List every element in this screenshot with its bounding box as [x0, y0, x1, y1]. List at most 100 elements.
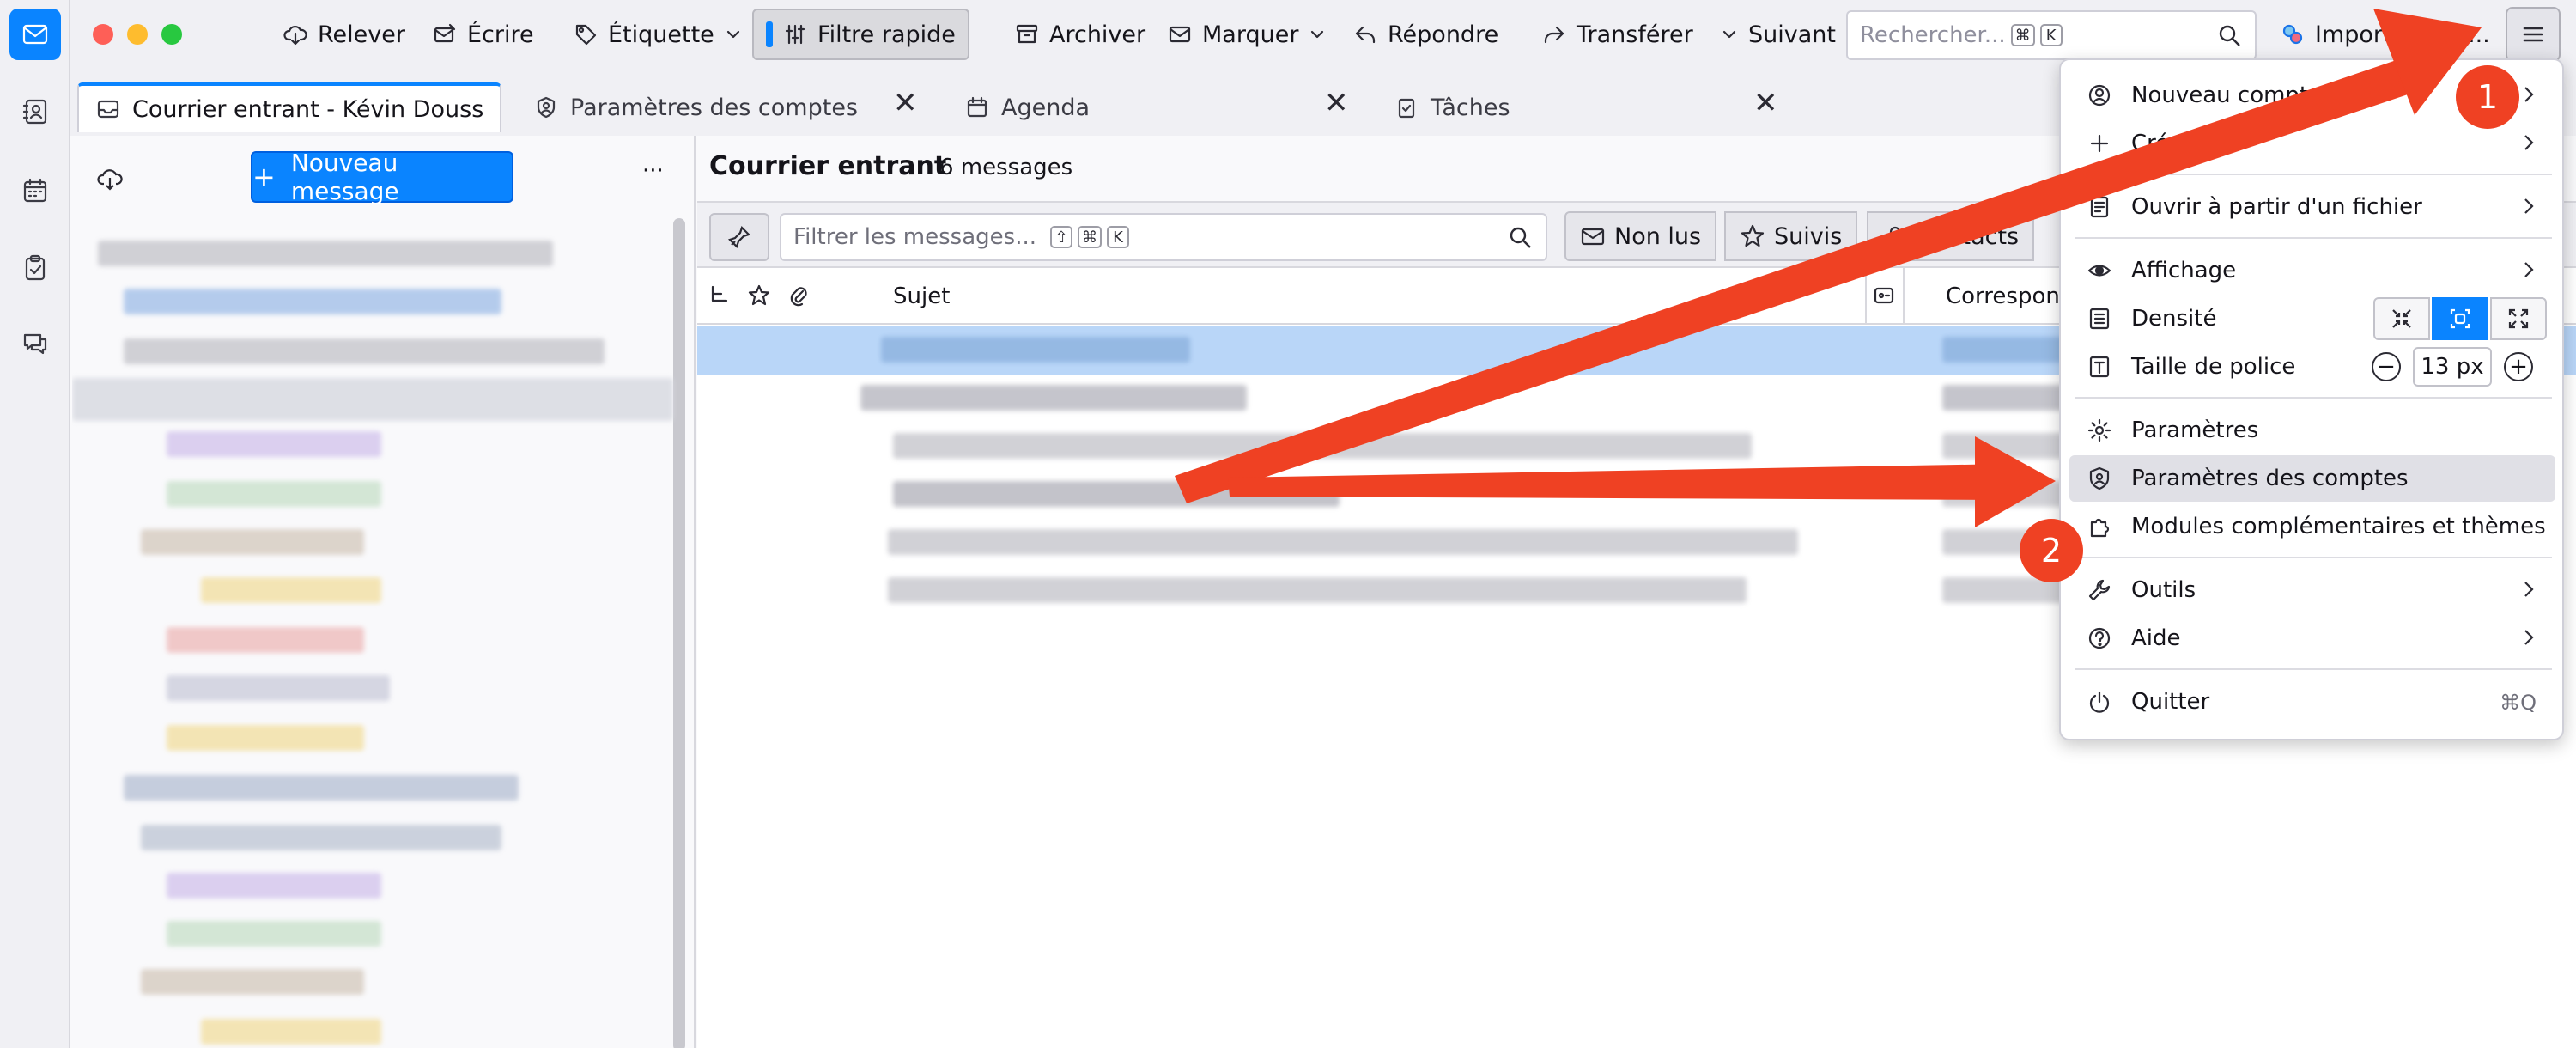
folder-row[interactable]	[124, 338, 605, 364]
chat-space-button[interactable]	[9, 318, 61, 369]
folder-row[interactable]	[167, 431, 381, 457]
menu-item-quit[interactable]: Quitter ⌘Q	[2069, 679, 2555, 725]
filter-starred-button[interactable]: Suivis	[1724, 211, 1858, 261]
importexport-addon-button[interactable]: ImportExport...	[2269, 9, 2502, 60]
reply-button[interactable]: Répondre	[1341, 9, 1510, 60]
next-button[interactable]: Suivant	[1709, 9, 1848, 60]
tag-button[interactable]: Étiquette	[562, 9, 754, 60]
close-tab-icon[interactable]: ✕	[1324, 86, 1349, 120]
folder-pane-more-button[interactable]: ···	[642, 158, 664, 184]
menu-item-tools[interactable]: Outils	[2069, 567, 2555, 613]
tab-calendar[interactable]: Agenda	[948, 82, 1107, 132]
folder-pane-scrollbar[interactable]	[673, 218, 685, 1048]
mark-icon	[1169, 26, 1191, 43]
folder-row[interactable]	[167, 725, 364, 751]
message-subject	[893, 481, 1340, 507]
filter-shortcut-shift: ⇧	[1050, 226, 1072, 248]
star-icon	[1741, 224, 1765, 247]
menu-item-addons[interactable]: Modules complémentaires et thèmes	[2069, 503, 2555, 550]
chevron-right-icon	[2524, 582, 2534, 597]
folder-row[interactable]	[167, 627, 364, 653]
filter-messages-input[interactable]: Filtrer les messages... ⇧ ⌘ K	[780, 213, 1547, 261]
menu-item-label: Paramètres	[2131, 417, 2259, 443]
menu-item-help[interactable]: Aide	[2069, 615, 2555, 661]
thread-column-button[interactable]	[708, 283, 732, 314]
folder-row-selected[interactable]	[72, 378, 673, 421]
density-touch-button[interactable]	[2490, 297, 2547, 340]
tab-inbox[interactable]: Courrier entrant - Kévin Doussaint	[77, 82, 501, 132]
quit-shortcut: ⌘Q	[2500, 691, 2537, 715]
minimize-window-button[interactable]	[127, 24, 148, 45]
spam-column-button[interactable]	[1872, 283, 1896, 314]
folder-row[interactable]	[98, 241, 553, 266]
folder-row[interactable]	[124, 289, 501, 314]
density-compact-button[interactable]	[2373, 297, 2430, 340]
folder-row[interactable]	[167, 481, 381, 507]
sticky-filter-button[interactable]	[709, 213, 769, 261]
subject-column-header[interactable]: Sujet	[893, 283, 950, 309]
font-size-icon	[2089, 356, 2110, 378]
chevron-down-icon	[726, 30, 739, 39]
forward-button[interactable]: Transférer	[1530, 9, 1705, 60]
density-icon	[2089, 308, 2110, 330]
quick-filter-button[interactable]: Filtre rapide	[752, 9, 969, 60]
zoom-window-button[interactable]	[161, 24, 182, 45]
calendar-space-button[interactable]	[9, 165, 61, 216]
compose-icon	[434, 23, 456, 43]
menu-item-label: Densité	[2131, 306, 2217, 332]
filter-contacts-button[interactable]: Contacts	[1867, 211, 2035, 261]
font-size-value[interactable]: 13 px	[2413, 347, 2492, 387]
folder-row[interactable]	[201, 1019, 381, 1045]
attachment-column-button[interactable]	[787, 283, 811, 314]
close-window-button[interactable]	[93, 24, 113, 45]
get-messages-icon[interactable]	[96, 165, 124, 192]
quick-filter-label: Filtre rapide	[817, 21, 956, 48]
folder-pane: + Nouveau message ···	[72, 136, 696, 1048]
search-input[interactable]: Rechercher... ⌘ K	[1846, 10, 2257, 60]
font-size-increase-button[interactable]: +	[2504, 352, 2533, 381]
tab-account-settings[interactable]: Paramètres des comptes	[517, 82, 875, 132]
folder-row[interactable]	[141, 529, 364, 555]
thunderbird-window: Relever Écrire Étiquette Filtre rapide A…	[0, 0, 2576, 1048]
menu-item-settings[interactable]: Paramètres	[2069, 407, 2555, 454]
plus-icon: +	[252, 161, 276, 193]
address-book-icon	[22, 99, 47, 125]
folder-row[interactable]	[124, 775, 519, 801]
tasks-space-button[interactable]	[9, 242, 61, 294]
tab-tasks[interactable]: Tâches	[1377, 82, 1528, 132]
get-messages-button[interactable]: Relever	[271, 9, 417, 60]
folder-row[interactable]	[167, 675, 390, 701]
folder-row[interactable]	[141, 969, 364, 995]
folder-row[interactable]	[141, 825, 501, 850]
close-tab-icon[interactable]: ✕	[893, 86, 918, 120]
menu-item-account-settings[interactable]: Paramètres des comptes	[2069, 455, 2555, 502]
mark-button[interactable]: Marquer	[1156, 9, 1338, 60]
write-button[interactable]: Écrire	[421, 9, 546, 60]
app-menu-button[interactable]	[2506, 7, 2561, 62]
new-message-button[interactable]: + Nouveau message	[251, 149, 513, 205]
filter-unread-button[interactable]: Non lus	[1564, 211, 1717, 261]
chevron-right-icon	[2524, 198, 2534, 214]
folder-row[interactable]	[201, 577, 381, 603]
font-size-decrease-button[interactable]: −	[2372, 352, 2401, 381]
hamburger-icon	[2523, 27, 2543, 42]
density-normal-button[interactable]	[2432, 297, 2488, 340]
menu-item-label: Paramètres des comptes	[2131, 466, 2409, 491]
account-settings-icon	[2089, 466, 2110, 490]
search-shortcut-k: K	[2039, 24, 2063, 46]
chevron-right-icon	[2524, 135, 2534, 150]
address-book-space-button[interactable]	[9, 86, 61, 137]
folder-row[interactable]	[167, 873, 381, 899]
close-tab-icon[interactable]: ✕	[1753, 86, 1778, 120]
pin-icon	[727, 225, 751, 249]
archive-button[interactable]: Archiver	[1003, 9, 1157, 60]
menu-separator	[2075, 397, 2552, 399]
menu-separator	[2075, 174, 2552, 175]
starred-column-button[interactable]	[747, 283, 771, 314]
mail-space-button[interactable]	[9, 9, 61, 60]
menu-item-view[interactable]: Affichage	[2069, 247, 2555, 294]
menu-item-open-file[interactable]: Ouvrir à partir d'un fichier	[2069, 184, 2555, 230]
paperclip-icon	[790, 287, 807, 307]
folder-row[interactable]	[167, 921, 381, 947]
tab-label: Agenda	[1001, 94, 1091, 121]
